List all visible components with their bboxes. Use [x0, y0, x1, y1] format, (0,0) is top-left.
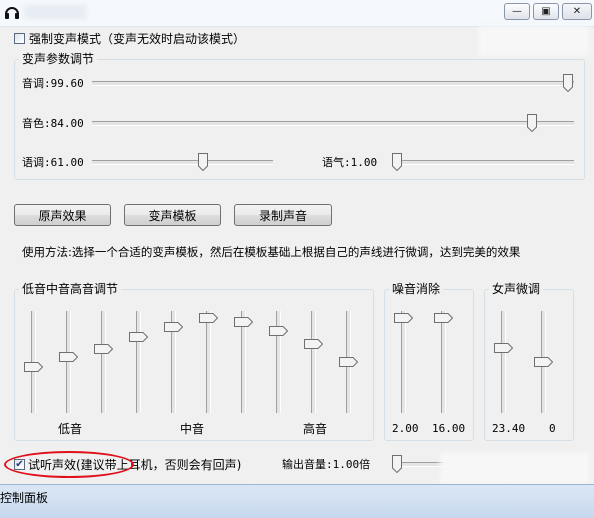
eq-band-1-slider-thumb[interactable]: [24, 361, 43, 372]
noise-slider-2-track: [441, 311, 446, 413]
speed-slider-thumb[interactable]: [198, 153, 208, 171]
tone-slider-thumb[interactable]: [392, 153, 402, 171]
timbre-slider-thumb[interactable]: [527, 114, 537, 132]
minimize-button[interactable]: —: [504, 3, 530, 20]
eq-band-3-slider-thumb[interactable]: [94, 344, 113, 355]
redacted-area-bottom: [440, 452, 590, 484]
force-mode-checkbox[interactable]: [14, 33, 25, 44]
pitch-slider-track: [92, 81, 574, 86]
timbre-slider-track: [92, 121, 574, 126]
eq-band-7-slider-thumb[interactable]: [234, 316, 253, 327]
pitch-slider-thumb[interactable]: [563, 74, 573, 92]
eq-band-6-slider-thumb[interactable]: [199, 312, 218, 323]
output-volume-label: 输出音量:1.00倍: [282, 458, 371, 471]
speed-label: 语调:61.00: [22, 156, 84, 169]
tone-label: 语气:1.00: [322, 156, 378, 169]
female-slider-1-track: [501, 311, 506, 413]
female-value-1: 23.40: [492, 422, 526, 435]
close-button[interactable]: ✕: [562, 3, 592, 20]
female-value-2: 0: [549, 422, 556, 435]
noise-title: 噪音消除: [389, 282, 444, 296]
timbre-label: 音色:84.00: [22, 117, 84, 130]
noise-group: [384, 289, 474, 441]
female-slider-2-thumb[interactable]: [534, 357, 553, 367]
eq-high-label: 高音: [303, 422, 328, 436]
speed-slider-track: [92, 160, 273, 165]
female-tune-title: 女声微调: [489, 282, 544, 296]
eq-band-5-slider-thumb[interactable]: [164, 322, 183, 333]
taskbar-item-control-panel[interactable]: 控制面板: [0, 491, 48, 505]
eq-band-9-slider-track: [311, 311, 316, 413]
eq-band-3-slider-track: [101, 311, 106, 413]
noise-slider-2-thumb[interactable]: [434, 312, 453, 323]
noise-value-2: 16.00: [432, 422, 466, 435]
record-voice-button[interactable]: 录制声音: [234, 204, 332, 226]
noise-slider-1-thumb[interactable]: [394, 312, 413, 323]
eq-title: 低音中音高音调节: [19, 282, 122, 296]
eq-band-8-slider-thumb[interactable]: [269, 325, 288, 336]
output-volume-thumb[interactable]: [392, 455, 402, 473]
noise-slider-1-track: [401, 311, 406, 413]
headphones-icon: [5, 7, 19, 19]
eq-band-4-slider-thumb[interactable]: [129, 332, 148, 343]
noise-value-1: 2.00: [392, 422, 419, 435]
eq-low-label: 低音: [58, 422, 83, 436]
eq-band-4-slider-track: [136, 311, 141, 413]
pitch-label: 音调:99.60: [22, 77, 84, 90]
highlight-oval: [4, 451, 134, 478]
voice-templates-button[interactable]: 变声模板: [124, 204, 221, 226]
original-voice-button[interactable]: 原声效果: [14, 204, 111, 226]
force-mode-label: 强制变声模式（变声无效时启动该模式）: [29, 32, 246, 46]
eq-band-9-slider-thumb[interactable]: [304, 338, 323, 349]
instructions-text: 使用方法:选择一个合适的变声模板，然后在模板基础上根据自己的声线进行微调，达到完…: [22, 245, 521, 259]
voice-params-title: 变声参数调节: [19, 52, 98, 66]
female-slider-1-thumb[interactable]: [494, 343, 513, 354]
female-tune-group: [484, 289, 574, 441]
maximize-button[interactable]: ▣: [533, 3, 559, 20]
eq-band-2-slider-thumb[interactable]: [59, 352, 78, 363]
window-title-redacted: [24, 5, 86, 19]
eq-band-6-slider-track: [206, 311, 211, 413]
taskbar: [0, 484, 594, 518]
tone-slider-track: [393, 160, 574, 165]
eq-mid-label: 中音: [180, 422, 205, 436]
redacted-area-top: [478, 26, 590, 56]
eq-band-10-slider-thumb[interactable]: [339, 357, 358, 367]
